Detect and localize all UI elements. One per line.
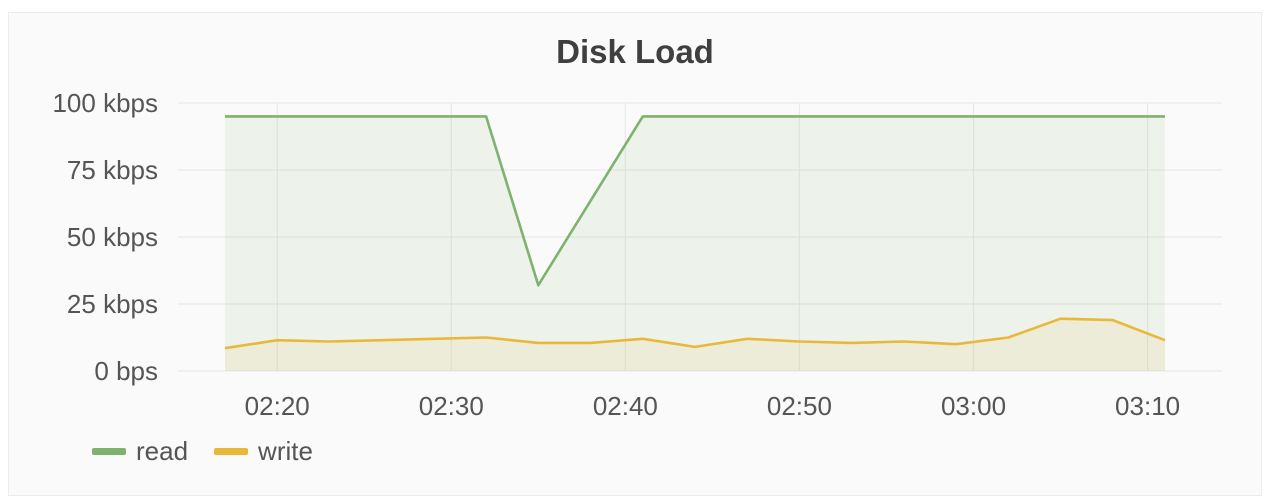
x-tick-label: 02:50 [767, 391, 832, 421]
legend-label: read [136, 436, 189, 466]
y-axis-ticks: 0 bps 25 kbps 50 kbps 75 kbps 100 kbps [52, 88, 158, 386]
y-tick-label: 100 kbps [52, 88, 158, 118]
legend-swatch [92, 448, 126, 455]
legend-label: write [258, 436, 313, 466]
x-tick-label: 02:40 [593, 391, 658, 421]
x-tick-label: 02:30 [419, 391, 484, 421]
legend: read write [92, 436, 339, 467]
legend-item-read[interactable]: read [92, 436, 188, 467]
y-tick-label: 75 kbps [67, 155, 158, 185]
x-tick-label: 02:20 [245, 391, 310, 421]
chart-canvas: 0 bps 25 kbps 50 kbps 75 kbps 100 kbps 02:20… [52, 88, 1222, 421]
series-area [224, 115, 1166, 372]
x-tick-label: 03:00 [941, 391, 1006, 421]
legend-item-write[interactable]: write [214, 436, 313, 467]
y-tick-label: 0 bps [94, 356, 158, 386]
legend-swatch [214, 448, 249, 455]
y-tick-label: 50 kbps [67, 222, 158, 252]
y-tick-label: 25 kbps [67, 289, 158, 319]
x-tick-label: 03:10 [1115, 391, 1180, 421]
x-axis-ticks: 02:20 02:30 02:40 02:50 03:00 03:10 [245, 391, 1180, 421]
